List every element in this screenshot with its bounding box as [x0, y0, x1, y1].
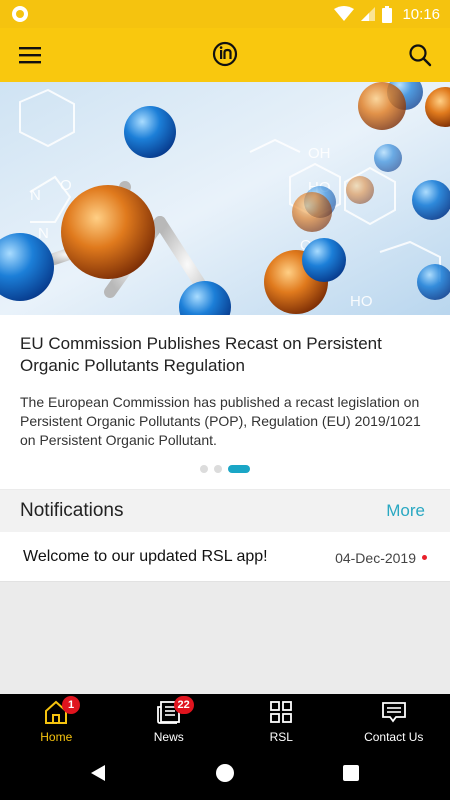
nav-home[interactable]: 1 Home: [0, 694, 113, 748]
recent-apps-icon[interactable]: [343, 765, 359, 781]
nav-label: RSL: [269, 730, 293, 744]
notification-message: Welcome to our updated RSL app!: [23, 548, 268, 565]
notifications-header: Notifications More: [0, 490, 450, 532]
carousel-dot[interactable]: [200, 465, 208, 473]
news-headline[interactable]: EU Commission Publishes Recast on Persis…: [20, 333, 430, 377]
bottom-navigation: 1 Home 22 News RSL Contact Us: [0, 694, 450, 748]
hero-image[interactable]: N O N OH HO HO O: [0, 82, 450, 315]
chat-icon: [381, 702, 406, 723]
battery-icon: [382, 5, 393, 23]
grid-icon: [270, 701, 293, 723]
svg-text:OH: OH: [308, 145, 331, 162]
nav-rsl[interactable]: RSL: [225, 694, 338, 748]
intertek-logo-icon: [212, 41, 238, 67]
system-navigation-bar: [0, 748, 450, 800]
notification-indicator-icon: [12, 6, 28, 22]
molecule-illustration: N O N OH HO HO O: [0, 82, 450, 315]
carousel-dot[interactable]: [214, 465, 222, 473]
nav-label: Home: [40, 730, 73, 744]
nav-news[interactable]: 22 News: [113, 694, 226, 748]
unread-dot-icon: [422, 555, 427, 560]
carousel-dot-active[interactable]: [228, 465, 250, 473]
notification-date: 04-Dec-2019: [335, 550, 416, 566]
news-badge: 22: [173, 696, 194, 714]
notification-item[interactable]: Welcome to our updated RSL app! 04-Dec-2…: [0, 532, 450, 582]
status-bar: 10:16: [0, 0, 450, 28]
clock: 10:16: [402, 5, 440, 23]
wifi-icon: [334, 6, 355, 21]
signal-icon: [361, 7, 376, 21]
back-icon[interactable]: [89, 764, 107, 782]
notifications-title: Notifications: [20, 500, 124, 521]
app-bar: [0, 28, 450, 82]
svg-text:O: O: [60, 177, 72, 194]
nav-label: News: [153, 730, 184, 744]
svg-text:N: N: [30, 187, 41, 204]
more-link[interactable]: More: [386, 501, 425, 521]
featured-news-card[interactable]: EU Commission Publishes Recast on Persis…: [0, 315, 450, 489]
home-badge: 1: [62, 696, 80, 714]
home-circle-icon[interactable]: [216, 764, 234, 782]
nav-contact-us[interactable]: Contact Us: [338, 694, 450, 748]
hamburger-icon[interactable]: [16, 41, 44, 69]
status-icons: 10:16: [334, 4, 440, 24]
carousel-indicator: [0, 465, 450, 475]
svg-text:HO: HO: [350, 293, 373, 310]
nav-label: Contact Us: [364, 730, 424, 744]
search-icon[interactable]: [406, 41, 434, 69]
news-summary: The European Commission has published a …: [20, 394, 421, 448]
